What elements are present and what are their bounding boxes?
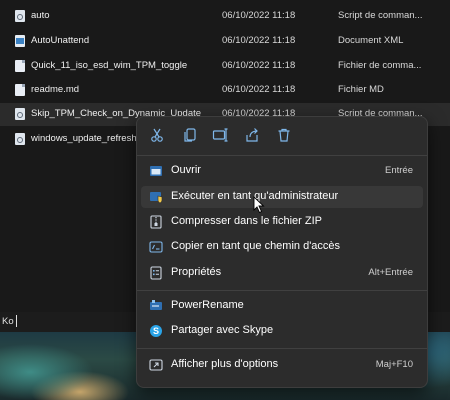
file-date: 06/10/2022 11:18	[222, 10, 296, 21]
file-name: Quick_11_iso_esd_wim_TPM_toggle	[31, 60, 188, 71]
xml-file-icon	[15, 35, 25, 47]
gear-file-icon	[15, 133, 25, 145]
file-date: 06/10/2022 11:18	[222, 35, 296, 46]
file-type: Fichier MD	[338, 84, 384, 95]
file-row[interactable]: Quick_11_iso_esd_wim_TPM_toggle 06/10/20…	[0, 55, 450, 78]
quick-actions-bar	[137, 117, 427, 155]
copy-icon[interactable]	[182, 127, 198, 143]
file-row[interactable]: auto 06/10/2022 11:18 Script de comman..…	[0, 5, 450, 28]
menu-item-more-options[interactable]: Afficher plus d'options Maj+F10	[141, 354, 423, 376]
file-date: 06/10/2022 11:18	[222, 60, 296, 71]
file-icon	[15, 60, 25, 72]
file-row[interactable]: AutoUnattend 06/10/2022 11:18 Document X…	[0, 30, 450, 53]
menu-item-label: Copier en tant que chemin d'accès	[171, 240, 341, 252]
file-type: Fichier de comma...	[338, 60, 422, 71]
menu-item-label: Afficher plus d'options	[171, 358, 279, 370]
skype-icon: S	[149, 324, 163, 338]
menu-item-label: Ouvrir	[171, 164, 201, 176]
menu-item-compress-zip[interactable]: Compresser dans le fichier ZIP	[141, 211, 423, 233]
file-name: auto	[31, 10, 50, 21]
shield-admin-icon	[149, 190, 163, 204]
file-name: readme.md	[31, 84, 80, 95]
menu-item-share-skype[interactable]: S Partager avec Skype	[141, 320, 423, 342]
file-name: AutoUnattend	[31, 35, 90, 46]
properties-icon	[149, 266, 163, 280]
open-icon	[149, 164, 163, 178]
menu-item-shortcut: Maj+F10	[375, 359, 413, 370]
mouse-cursor-icon	[253, 196, 265, 214]
menu-item-label: Compresser dans le fichier ZIP	[171, 215, 322, 227]
context-menu: Ouvrir Entrée Exécuter en tant qu'admini…	[136, 116, 428, 388]
file-icon	[15, 84, 25, 96]
menu-item-label: PowerRename	[171, 299, 244, 311]
gear-file-icon	[15, 108, 25, 120]
menu-item-label: Partager avec Skype	[171, 324, 274, 336]
menu-item-properties[interactable]: Propriétés Alt+Entrée	[141, 262, 423, 284]
menu-item-shortcut: Alt+Entrée	[368, 267, 413, 278]
menu-item-open[interactable]: Ouvrir Entrée	[141, 160, 423, 182]
menu-divider	[137, 348, 427, 349]
menu-divider	[137, 155, 427, 156]
menu-item-powerrename[interactable]: PowerRename	[141, 295, 423, 317]
more-options-icon	[149, 358, 163, 372]
file-type: Script de comman...	[338, 10, 423, 21]
file-date: 06/10/2022 11:18	[222, 84, 296, 95]
menu-divider	[137, 290, 427, 291]
powerrename-icon	[149, 299, 163, 313]
svg-text:S: S	[153, 326, 159, 336]
delete-icon[interactable]	[276, 127, 292, 143]
menu-item-shortcut: Entrée	[385, 165, 413, 176]
cut-icon[interactable]	[149, 127, 165, 143]
status-text: Ko	[2, 316, 14, 327]
menu-item-copy-path[interactable]: Copier en tant que chemin d'accès	[141, 236, 423, 258]
zip-icon	[149, 215, 163, 229]
menu-item-run-as-admin[interactable]: Exécuter en tant qu'administrateur	[141, 186, 423, 208]
rename-icon[interactable]	[212, 127, 228, 143]
file-name: windows_update_refresh	[31, 133, 137, 144]
gear-file-icon	[15, 10, 25, 22]
text-caret	[16, 315, 17, 327]
file-type: Document XML	[338, 35, 404, 46]
copy-path-icon	[149, 240, 163, 254]
share-icon[interactable]	[244, 127, 260, 143]
file-row[interactable]: readme.md 06/10/2022 11:18 Fichier MD	[0, 79, 450, 102]
menu-item-label: Propriétés	[171, 266, 222, 278]
